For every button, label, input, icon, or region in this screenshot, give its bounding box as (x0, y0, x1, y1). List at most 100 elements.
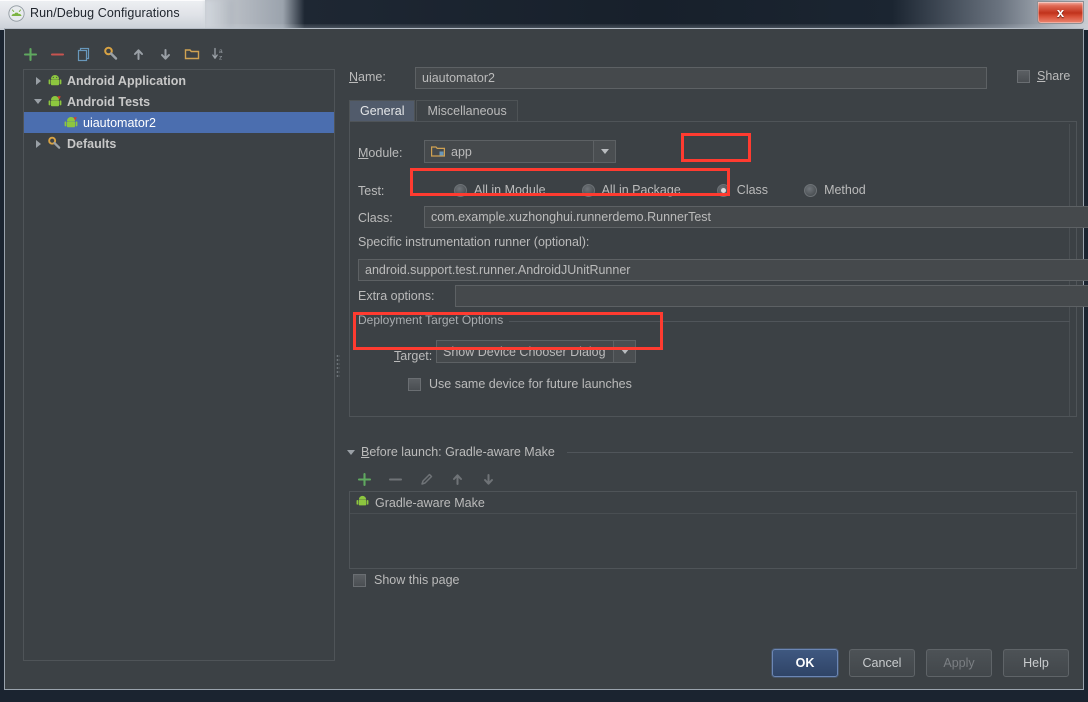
copy-configuration-icon[interactable] (75, 45, 93, 63)
general-tab-panel: Module: app Test: All in Module All in P… (349, 121, 1088, 417)
radio-class[interactable]: Class (713, 180, 772, 200)
configurations-tree[interactable]: Android Application Android Tests uiauto… (23, 69, 335, 661)
extra-options-label: Extra options: (358, 289, 435, 303)
apply-button[interactable]: Apply (926, 649, 992, 677)
tree-item-label: Android Application (67, 73, 186, 88)
window-title: Run/Debug Configurations (30, 6, 180, 20)
configurations-left-panel: a z Android Application Android Tests ui… (13, 35, 335, 667)
chevron-down-icon[interactable] (593, 141, 615, 162)
sort-az-icon[interactable]: a z (210, 45, 228, 63)
edit-task-pencil-icon[interactable] (417, 470, 435, 488)
new-folder-icon[interactable] (183, 45, 201, 63)
android-icon (356, 495, 369, 511)
name-label: Name: (349, 70, 386, 84)
module-folder-icon (431, 146, 445, 157)
tree-item-label: Android Tests (67, 94, 151, 109)
move-task-down-icon[interactable] (479, 470, 497, 488)
android-icon (46, 73, 63, 89)
help-button[interactable]: Help (1003, 649, 1069, 677)
configurations-toolbar: a z (21, 41, 228, 67)
splitter-grip[interactable] (336, 354, 340, 378)
titlebar-left-region: Run/Debug Configurations (0, 0, 205, 28)
close-icon: x (1056, 5, 1065, 20)
tab-general[interactable]: General (349, 100, 416, 122)
move-task-up-icon[interactable] (448, 470, 466, 488)
radio-all-in-module[interactable]: All in Module (450, 180, 550, 200)
radio-label: All in Package (601, 183, 681, 197)
before-launch-toolbar (355, 470, 497, 488)
tree-item-label: Defaults (67, 136, 117, 151)
name-row: Name: Share (349, 67, 1077, 89)
editor-tabs: General Miscellaneous (349, 99, 1077, 122)
use-same-device-checkbox[interactable]: Use same device for future launches (408, 377, 632, 391)
dialog-body: a z Android Application Android Tests ui… (5, 29, 1088, 689)
before-launch-header[interactable]: Before launch: Gradle-aware Make (347, 445, 1073, 459)
deployment-target-options-title: Deployment Target Options (358, 313, 510, 327)
collapse-arrow-down-icon[interactable] (347, 450, 355, 455)
radio-button[interactable] (454, 183, 467, 197)
move-down-icon[interactable] (156, 45, 174, 63)
module-combobox[interactable]: app (424, 140, 616, 163)
expand-arrow-right-icon[interactable] (30, 136, 46, 152)
dialog-button-bar: OK Cancel Apply Help (772, 649, 1069, 677)
window-titlebar: Run/Debug Configurations x (0, 0, 1088, 28)
share-label: Share (1037, 69, 1071, 83)
radio-all-in-package[interactable]: All in Package (578, 180, 685, 200)
android-studio-icon (8, 5, 25, 22)
radio-button[interactable] (716, 183, 730, 197)
checkbox-box[interactable] (353, 573, 366, 587)
deployment-target-combobox[interactable]: Show Device Chooser Dialog (436, 340, 636, 363)
share-checkbox[interactable]: Share (1017, 69, 1070, 83)
wrench-icon (46, 136, 63, 152)
add-button[interactable] (21, 45, 39, 63)
tree-item-android-tests[interactable]: Android Tests (24, 91, 334, 112)
desktop-background: Run/Debug Configurations x a z Android A… (0, 0, 1088, 702)
instrumentation-runner-input[interactable] (358, 259, 1088, 281)
radio-label: All in Module (474, 183, 546, 197)
panel-splitter[interactable] (335, 59, 341, 659)
name-input[interactable] (415, 67, 987, 89)
tree-item-uiautomator2[interactable]: uiautomator2 (24, 112, 334, 133)
target-combobox-value-wrap: Show Device Chooser Dialog (437, 341, 613, 362)
module-label: Module: (358, 146, 403, 160)
close-button[interactable]: x (1037, 1, 1084, 24)
radio-label: Method (824, 183, 866, 197)
checkbox-box[interactable] (1017, 69, 1030, 83)
class-input[interactable] (424, 206, 1088, 228)
svg-text:z: z (219, 55, 222, 62)
ok-button[interactable]: OK (772, 649, 838, 677)
dialog-frame: a z Android Application Android Tests ui… (4, 28, 1088, 690)
radio-label: Class (736, 183, 769, 197)
instrumentation-runner-label: Specific instrumentation runner (optiona… (358, 235, 590, 249)
class-label: Class: (358, 211, 393, 225)
add-task-button[interactable] (355, 470, 373, 488)
chevron-down-icon[interactable] (613, 341, 635, 362)
checkbox-box[interactable] (408, 377, 421, 391)
show-this-page-checkbox[interactable]: Show this page (353, 573, 459, 587)
move-up-icon[interactable] (129, 45, 147, 63)
list-item[interactable]: Gradle-aware Make (350, 492, 1076, 514)
test-scope-radio-group: All in Module All in Package Class Metho… (450, 180, 898, 200)
list-item-label: Gradle-aware Make (375, 495, 485, 510)
expand-arrow-right-icon[interactable] (30, 73, 46, 89)
run-debug-configurations-window: Run/Debug Configurations x a z Android A… (0, 0, 1088, 696)
tab-miscellaneous[interactable]: Miscellaneous (416, 100, 518, 122)
cancel-button[interactable]: Cancel (849, 649, 915, 677)
configuration-editor-panel: Name: Share General Miscellaneous (345, 35, 1088, 667)
collapse-arrow-down-icon[interactable] (30, 94, 46, 110)
use-same-device-label: Use same device for future launches (429, 377, 632, 391)
tree-item-android-application[interactable]: Android Application (24, 70, 334, 91)
target-value: Show Device Chooser Dialog (443, 344, 606, 359)
radio-method[interactable]: Method (800, 180, 870, 200)
radio-button[interactable] (804, 183, 818, 197)
tree-item-defaults[interactable]: Defaults (24, 133, 334, 154)
remove-task-button[interactable] (386, 470, 404, 488)
test-label: Test: (358, 184, 385, 198)
edit-defaults-wrench-icon[interactable] (102, 45, 120, 63)
before-launch-task-list[interactable]: Gradle-aware Make (349, 491, 1077, 569)
extra-options-input[interactable] (455, 285, 1088, 307)
remove-button[interactable] (48, 45, 66, 63)
tree-item-label: uiautomator2 (83, 115, 156, 130)
radio-button[interactable] (581, 183, 595, 197)
module-value: app (451, 144, 472, 159)
